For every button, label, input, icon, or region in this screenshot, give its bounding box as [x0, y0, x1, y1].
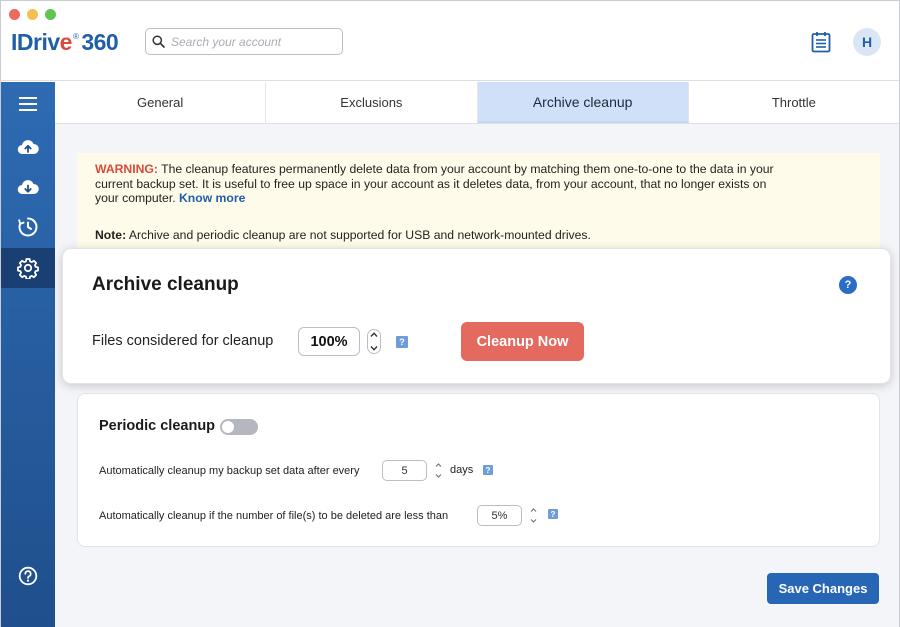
periodic-cleanup-toggle[interactable]: [220, 419, 258, 435]
sidebar-item-restore[interactable]: [1, 167, 55, 207]
cleanup-threshold-label: Automatically cleanup if the number of f…: [99, 510, 449, 522]
app-window: IDrive®360 H: [0, 0, 900, 627]
archive-cleanup-title: Archive cleanup: [92, 274, 239, 295]
sidebar-item-backup[interactable]: [1, 127, 55, 167]
warning-paragraph: WARNING: The cleanup features permanentl…: [95, 162, 775, 206]
idrive-logo: IDriv e ® 360: [11, 27, 119, 57]
know-more-link[interactable]: Know more: [179, 191, 245, 205]
search-input[interactable]: [171, 34, 331, 49]
settings-tabs: General Exclusions Archive cleanup Throt…: [55, 82, 899, 124]
window-controls: [9, 9, 56, 20]
chevron-down-icon[interactable]: [529, 517, 538, 525]
cleanup-threshold-help-icon[interactable]: ?: [548, 509, 558, 519]
chevron-down-icon[interactable]: [369, 344, 379, 353]
cloud-upload-icon: [17, 140, 39, 155]
cleanup-threshold-stepper[interactable]: [526, 506, 540, 525]
periodic-cleanup-title: Periodic cleanup: [99, 418, 216, 434]
toggle-knob: [222, 421, 234, 433]
cleanup-interval-input[interactable]: 5: [382, 460, 427, 481]
note-body: Archive and periodic cleanup are not sup…: [126, 228, 591, 242]
logo-text-idriv: IDriv: [11, 28, 60, 55]
cleanup-threshold-input[interactable]: 5%: [477, 505, 522, 526]
files-considered-stepper[interactable]: [367, 329, 381, 354]
tab-archive-cleanup[interactable]: Archive cleanup: [477, 82, 689, 123]
warning-label: WARNING:: [95, 162, 158, 176]
tab-exclusions[interactable]: Exclusions: [266, 82, 478, 123]
header-bar: IDrive®360 H: [1, 1, 899, 81]
menu-icon: [19, 97, 37, 111]
tab-throttle[interactable]: Throttle: [689, 82, 899, 123]
save-changes-button[interactable]: Save Changes: [767, 573, 879, 604]
cloud-download-icon: [17, 180, 39, 195]
close-window-button[interactable]: [9, 9, 20, 20]
sidebar: [1, 82, 55, 627]
files-considered-help-icon[interactable]: ?: [396, 336, 408, 348]
warning-banner: WARNING: The cleanup features permanentl…: [77, 153, 880, 249]
logo-registered-mark: ®: [72, 31, 79, 41]
cleanup-interval-help-icon[interactable]: ?: [483, 465, 493, 475]
tab-general[interactable]: General: [55, 82, 267, 123]
gear-icon: [17, 258, 39, 279]
sidebar-item-scheduler[interactable]: [1, 207, 55, 247]
archive-cleanup-card: Archive cleanup ? Files considered for c…: [62, 248, 891, 384]
days-unit-label: days: [450, 464, 474, 476]
periodic-cleanup-card: Periodic cleanup Automatically cleanup m…: [77, 393, 880, 547]
files-considered-label: Files considered for cleanup: [92, 333, 274, 349]
cleanup-now-button[interactable]: Cleanup Now: [461, 322, 584, 361]
user-avatar[interactable]: H: [853, 28, 881, 56]
sidebar-item-menu[interactable]: [1, 84, 55, 124]
logo-text-360: 360: [81, 28, 119, 55]
sidebar-item-help[interactable]: [1, 556, 55, 596]
sidebar-item-settings[interactable]: [1, 248, 55, 288]
minimize-window-button[interactable]: [27, 9, 38, 20]
notes-icon[interactable]: [811, 31, 831, 53]
main-content: WARNING: The cleanup features permanentl…: [55, 124, 899, 627]
cleanup-interval-stepper[interactable]: [431, 461, 445, 480]
history-clock-icon: [18, 217, 38, 237]
cleanup-interval-label: Automatically cleanup my backup set data…: [99, 465, 360, 477]
search-field[interactable]: [145, 28, 343, 55]
chevron-up-icon[interactable]: [369, 330, 379, 339]
note-text: Note: Archive and periodic cleanup are n…: [95, 228, 591, 243]
note-label: Note:: [95, 228, 127, 242]
archive-cleanup-help-icon[interactable]: ?: [839, 276, 857, 294]
help-icon: [18, 566, 38, 586]
chevron-down-icon[interactable]: [434, 472, 443, 480]
chevron-up-icon[interactable]: [434, 461, 443, 469]
zoom-window-button[interactable]: [45, 9, 56, 20]
logo-text-e: e: [59, 28, 73, 55]
search-icon: [152, 35, 165, 48]
chevron-up-icon[interactable]: [529, 506, 538, 514]
files-considered-input[interactable]: 100%: [298, 327, 360, 356]
